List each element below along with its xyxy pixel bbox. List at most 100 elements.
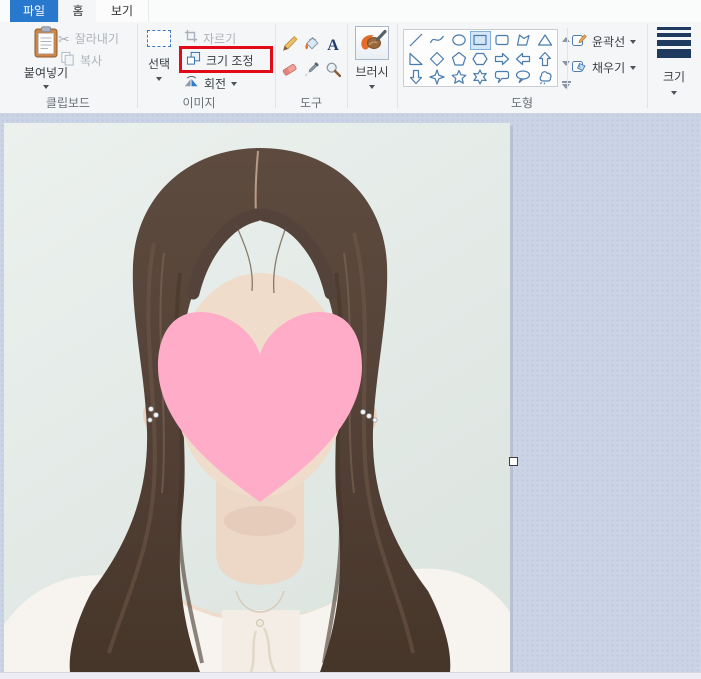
shape-line-icon [409, 33, 423, 47]
group-separator [647, 24, 648, 108]
shape-star-6-icon [473, 69, 488, 85]
triangle-down-icon [562, 60, 570, 66]
resize-label: 크기 조정 [206, 54, 254, 68]
brush-icon [355, 26, 389, 60]
scissors-icon: ✂ [58, 30, 70, 47]
expand-bar-icon [561, 81, 571, 83]
cut-label: 잘라내기 [74, 32, 119, 46]
shape-curve-button[interactable] [427, 31, 449, 50]
size-button[interactable]: 크기 [649, 27, 699, 95]
tools-group-label: 도구 [299, 96, 323, 110]
select-button[interactable]: 선택 [140, 30, 178, 81]
rotate-icon [184, 74, 199, 94]
shape-polygon-icon [517, 34, 530, 46]
selection-rectangle-icon [147, 30, 171, 47]
group-separator [347, 24, 348, 108]
resize-icon [186, 51, 201, 71]
shapes-palette [403, 29, 558, 87]
shape-right-triangle-button[interactable] [405, 50, 427, 69]
paste-dropdown-arrow[interactable] [43, 85, 49, 89]
tools-grid: A [278, 33, 344, 85]
fill-shape-icon [571, 57, 587, 78]
rotate-button[interactable]: 회전 [184, 74, 238, 94]
outline-dropdown-arrow[interactable] [630, 39, 637, 44]
brushes-label: 브러시 [355, 65, 389, 79]
shape-arrow-up-button[interactable] [534, 50, 556, 69]
fill-label: 채우기 [592, 61, 626, 75]
shape-diamond-icon [430, 51, 445, 66]
shape-pentagon-button[interactable] [448, 50, 470, 69]
tab-file[interactable]: 파일 [10, 0, 58, 22]
size-label: 크기 [662, 70, 686, 84]
copy-button[interactable]: 복사 [60, 51, 102, 71]
magnifier-icon [325, 61, 342, 83]
magnifier-tool-button[interactable] [322, 59, 344, 85]
size-dropdown-arrow[interactable] [671, 91, 677, 95]
shape-arrow-left-button[interactable] [513, 50, 535, 69]
shape-hexagon-button[interactable] [470, 50, 492, 69]
outline-icon [571, 31, 587, 52]
cut-button[interactable]: ✂ 잘라내기 [58, 30, 119, 47]
paint-canvas[interactable] [4, 123, 510, 672]
text-tool-button[interactable]: A [322, 33, 344, 59]
shape-star-4-button[interactable] [427, 68, 449, 87]
eyedropper-tool-button[interactable] [300, 59, 322, 85]
crop-icon [184, 29, 198, 48]
crop-label: 자르기 [203, 32, 237, 46]
clipboard-group-label: 클립보드 [45, 96, 91, 110]
select-label: 선택 [147, 57, 171, 71]
shape-diamond-button[interactable] [427, 50, 449, 69]
eyedropper-icon [303, 61, 320, 83]
fill-bucket-tool-button[interactable] [300, 33, 322, 59]
shape-arrow-right-button[interactable] [491, 50, 513, 69]
outline-label: 윤곽선 [592, 35, 626, 49]
pencil-icon [281, 35, 298, 57]
shape-callout-rounded-icon [494, 71, 509, 84]
crop-button[interactable]: 자르기 [184, 29, 237, 48]
text-icon: A [327, 37, 339, 54]
canvas-resize-handle[interactable] [509, 457, 518, 466]
brushes-button[interactable]: 브러시 [350, 26, 394, 89]
shape-callout-rounded-button[interactable] [491, 68, 513, 87]
shape-star-6-button[interactable] [470, 68, 492, 87]
shape-rectangle-icon [473, 35, 487, 46]
shape-triangle-button[interactable] [534, 31, 556, 50]
group-separator [137, 24, 138, 108]
shape-hexagon-icon [472, 52, 488, 65]
select-dropdown-arrow[interactable] [156, 77, 162, 81]
shape-star-5-icon [451, 70, 467, 85]
shape-arrow-down-button[interactable] [405, 68, 427, 87]
shapes-expand-button[interactable] [560, 79, 572, 91]
line-size-icon [656, 27, 692, 64]
tab-home[interactable]: 홈 [58, 0, 98, 22]
rotate-label: 회전 [204, 77, 227, 91]
eraser-tool-button[interactable] [278, 59, 300, 85]
shape-ellipse-button[interactable] [448, 31, 470, 50]
brushes-dropdown-arrow[interactable] [369, 85, 375, 89]
resize-button[interactable]: 크기 조정 [186, 51, 254, 71]
fill-dropdown-arrow[interactable] [630, 65, 637, 70]
shape-rounded-rectangle-button[interactable] [491, 31, 513, 50]
shape-rounded-rectangle-icon [495, 35, 509, 46]
rotate-dropdown-arrow[interactable] [231, 81, 238, 86]
shape-line-button[interactable] [405, 31, 427, 50]
shape-callout-oval-button[interactable] [513, 68, 535, 87]
image-group-label: 이미지 [182, 96, 216, 110]
shape-star-4-icon [429, 69, 445, 85]
paste-clipboard-icon [32, 26, 60, 64]
triangle-up-icon [562, 36, 570, 42]
tab-view[interactable]: 보기 [96, 0, 149, 22]
shape-fill-button[interactable]: 채우기 [571, 57, 637, 78]
shape-callout-oval-icon [516, 70, 531, 84]
shape-callout-cloud-button[interactable] [534, 68, 556, 87]
shape-polygon-button[interactable] [513, 31, 535, 50]
chin-shadow [224, 506, 296, 536]
shape-rectangle-button[interactable] [469, 31, 491, 50]
shape-outline-button[interactable]: 윤곽선 [571, 31, 637, 52]
copy-icon [60, 51, 75, 71]
necklace-pendant [256, 619, 264, 627]
shape-ellipse-icon [451, 34, 466, 46]
shape-callout-cloud-icon [539, 71, 552, 85]
pencil-tool-button[interactable] [278, 33, 300, 59]
shape-star-5-button[interactable] [448, 68, 470, 87]
